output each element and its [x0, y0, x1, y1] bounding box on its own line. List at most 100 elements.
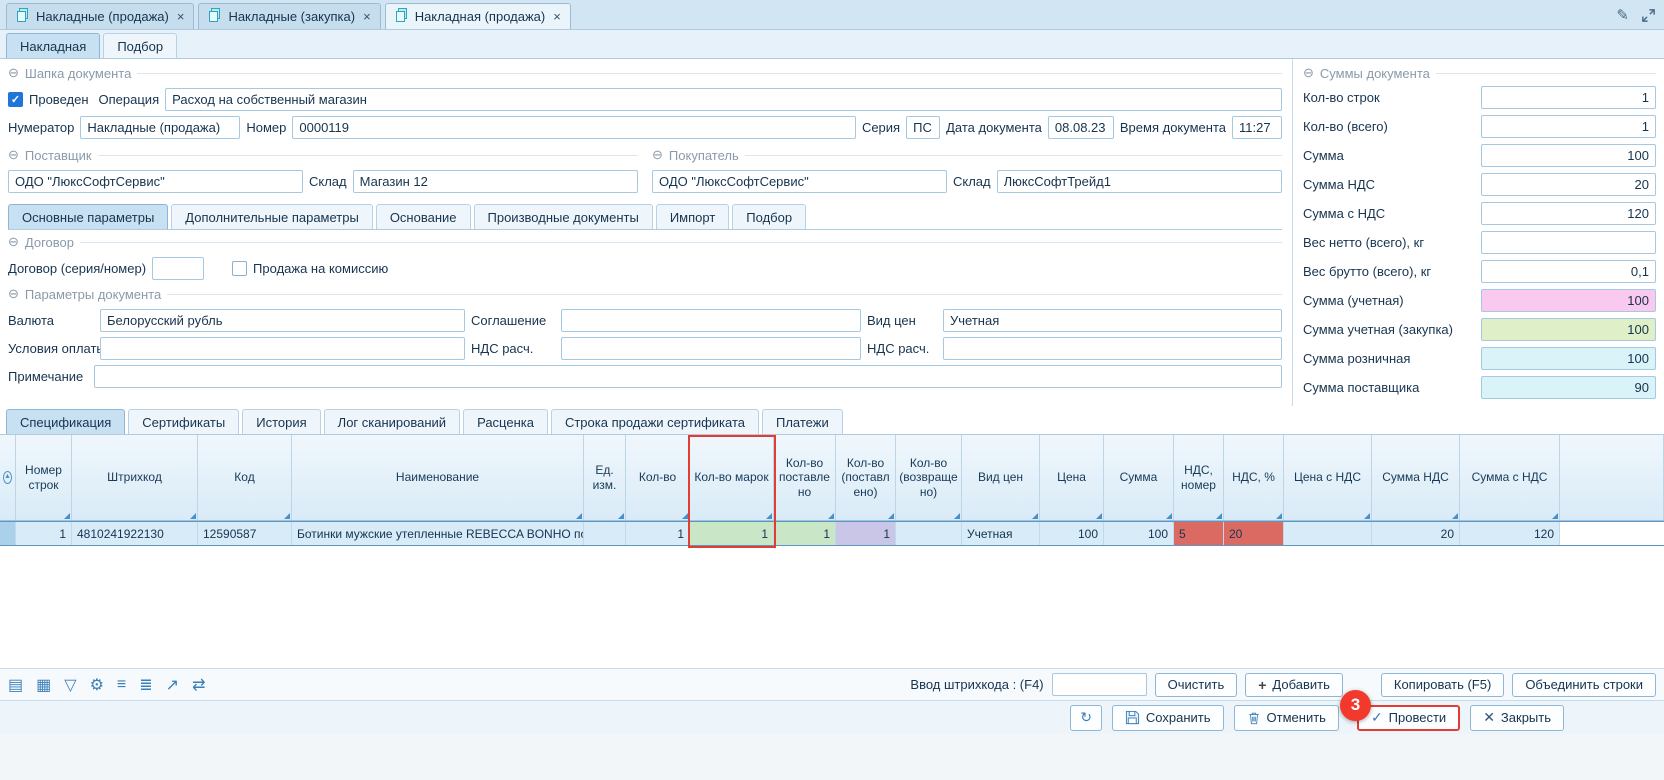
total-gross-weight[interactable]	[1481, 260, 1656, 283]
column-header-naimenovanie[interactable]: Наименование	[292, 435, 584, 520]
vat-calc-input-2[interactable]	[943, 337, 1282, 360]
column-header-kolvo-postavleno[interactable]: Кол-во поставлено	[774, 435, 836, 520]
expand-window-icon[interactable]	[1641, 8, 1656, 23]
filter-icon[interactable]: ▽	[64, 675, 76, 695]
tab-platezhi[interactable]: Платежи	[762, 409, 843, 434]
tab-import[interactable]: Импорт	[656, 204, 729, 229]
tab-podbor-2[interactable]: Подбор	[732, 204, 806, 229]
tab-nakladnaya[interactable]: Накладная	[6, 33, 100, 58]
total-sum-with-vat[interactable]	[1481, 202, 1656, 225]
tab-osnovnye-parametry[interactable]: Основные параметры	[8, 204, 168, 229]
supplier-warehouse-input[interactable]	[353, 170, 638, 193]
series-input[interactable]	[906, 116, 940, 139]
merge-rows-button[interactable]: Объединить строки	[1512, 673, 1656, 697]
column-header-kolvo-vozvrashcheno[interactable]: Кол-во (возвращено)	[896, 435, 962, 520]
edit-icon[interactable]: ✎	[1616, 6, 1629, 24]
vat-calc-input-1[interactable]	[561, 337, 861, 360]
tab-stroka-prodazhi-sertifikata[interactable]: Строка продажи сертификата	[551, 409, 759, 434]
view-list-icon[interactable]: ▤	[8, 675, 23, 695]
doc-time-input[interactable]	[1232, 116, 1282, 139]
column-header-nds-nomer[interactable]: НДС, номер	[1174, 435, 1224, 520]
total-vat-sum[interactable]	[1481, 173, 1656, 196]
cell-kolvo[interactable]: 1	[626, 522, 690, 545]
cell-nds-procent[interactable]: 20	[1224, 522, 1284, 545]
note-input[interactable]	[94, 365, 1282, 388]
cell-nds-nomer[interactable]: 5	[1174, 522, 1224, 545]
cell-vid-cen[interactable]: Учетная	[962, 522, 1040, 545]
cell-shtrihkod[interactable]: 4810241922130	[72, 522, 198, 545]
cell-ed-izm[interactable]	[584, 522, 626, 545]
total-sum[interactable]	[1481, 144, 1656, 167]
row-indicator-header[interactable]: ▲	[0, 435, 16, 520]
currency-input[interactable]	[100, 309, 465, 332]
save-button[interactable]: Сохранить	[1112, 705, 1224, 731]
numbered-list-icon[interactable]: ≡	[117, 676, 126, 694]
column-header-summa-s-nds[interactable]: Сумма с НДС	[1460, 435, 1560, 520]
column-header-cena-s-nds[interactable]: Цена с НДС	[1284, 435, 1372, 520]
row-indicator-cell[interactable]	[0, 522, 16, 545]
column-header-kolvo-postavleno-2[interactable]: Кол-во (поставлено)	[836, 435, 896, 520]
cell-kolvo-postavleno[interactable]: 1	[774, 522, 836, 545]
swap-columns-icon[interactable]: ⇄	[192, 675, 205, 695]
barcode-input[interactable]	[1052, 673, 1147, 696]
column-header-summa[interactable]: Сумма	[1104, 435, 1174, 520]
column-list-icon[interactable]: ≣	[139, 675, 152, 695]
cell-naimenovanie[interactable]: Ботинки мужские утепленные REBECCA BONHO…	[292, 522, 584, 545]
total-accounting-purchase-sum[interactable]	[1481, 318, 1656, 341]
collapse-icon[interactable]: ⊖	[8, 234, 19, 250]
total-qty[interactable]	[1481, 115, 1656, 138]
buyer-org-input[interactable]	[652, 170, 947, 193]
cell-kod[interactable]: 12590587	[198, 522, 292, 545]
tab-osnovanie[interactable]: Основание	[376, 204, 471, 229]
close-tab-icon[interactable]: ×	[177, 9, 185, 24]
tab-log-skanirovaniy[interactable]: Лог сканирований	[324, 409, 460, 434]
add-button[interactable]: + Добавить	[1245, 673, 1343, 697]
clear-button[interactable]: Очистить	[1155, 673, 1238, 697]
grid-row-1[interactable]: 1 4810241922130 12590587 Ботинки мужские…	[0, 521, 1664, 546]
cell-kolvo-marok[interactable]: 1	[690, 522, 774, 545]
number-input[interactable]	[292, 116, 856, 139]
copy-button[interactable]: Копировать (F5)	[1381, 673, 1504, 697]
column-header-summa-nds[interactable]: Сумма НДС	[1372, 435, 1460, 520]
settings-gear-icon[interactable]: ⚙	[90, 675, 104, 695]
doc-tab-nakladnye-prodazha[interactable]: Накладные (продажа) ×	[6, 3, 194, 29]
cell-cena[interactable]: 100	[1040, 522, 1104, 545]
collapse-icon[interactable]: ⊖	[8, 147, 19, 163]
cell-kolvo-postavleno-2[interactable]: 1	[836, 522, 896, 545]
cell-summa[interactable]: 100	[1104, 522, 1174, 545]
grid-empty-area[interactable]	[0, 546, 1664, 668]
price-kind-input[interactable]	[943, 309, 1282, 332]
total-supplier-sum[interactable]	[1481, 376, 1656, 399]
column-header-kod[interactable]: Код	[198, 435, 292, 520]
doc-tab-nakladnye-zakupka[interactable]: Накладные (закупка) ×	[198, 3, 380, 29]
grid-view-icon[interactable]: ▦	[36, 675, 51, 695]
total-retail-sum[interactable]	[1481, 347, 1656, 370]
posted-checkbox[interactable]	[8, 92, 23, 107]
close-tab-icon[interactable]: ×	[553, 9, 561, 24]
close-button[interactable]: ✕ Закрыть	[1470, 705, 1564, 731]
doc-tab-nakladnaya-prodazha[interactable]: Накладная (продажа) ×	[385, 3, 571, 29]
column-header-shtrihkod[interactable]: Штрихкод	[72, 435, 198, 520]
column-header-kolvo[interactable]: Кол-во	[626, 435, 690, 520]
cell-kolvo-vozvrashcheno[interactable]	[896, 522, 962, 545]
cell-cena-s-nds[interactable]	[1284, 522, 1372, 545]
tab-podbor[interactable]: Подбор	[103, 33, 177, 58]
column-header-nomer-strok[interactable]: Номер строк	[16, 435, 72, 520]
close-tab-icon[interactable]: ×	[363, 9, 371, 24]
tab-specifikaciya[interactable]: Спецификация	[6, 409, 125, 434]
cell-summa-nds[interactable]: 20	[1372, 522, 1460, 545]
column-header-nds-procent[interactable]: НДС, %	[1224, 435, 1284, 520]
tab-sertifikaty[interactable]: Сертификаты	[128, 409, 239, 434]
commission-checkbox[interactable]	[232, 261, 247, 276]
tab-dopolnitelnye-parametry[interactable]: Дополнительные параметры	[171, 204, 373, 229]
column-header-ed-izm[interactable]: Ед. изм.	[584, 435, 626, 520]
post-button[interactable]: ✓ Провести	[1357, 705, 1460, 731]
doc-date-input[interactable]	[1048, 116, 1114, 139]
tab-istoriya[interactable]: История	[242, 409, 320, 434]
refresh-button[interactable]: ↻	[1070, 705, 1102, 731]
total-accounting-sum[interactable]	[1481, 289, 1656, 312]
collapse-icon[interactable]: ⊖	[652, 147, 663, 163]
column-header-kolvo-marok[interactable]: Кол-во марок	[690, 435, 774, 520]
total-net-weight[interactable]	[1481, 231, 1656, 254]
cell-summa-s-nds[interactable]: 120	[1460, 522, 1560, 545]
